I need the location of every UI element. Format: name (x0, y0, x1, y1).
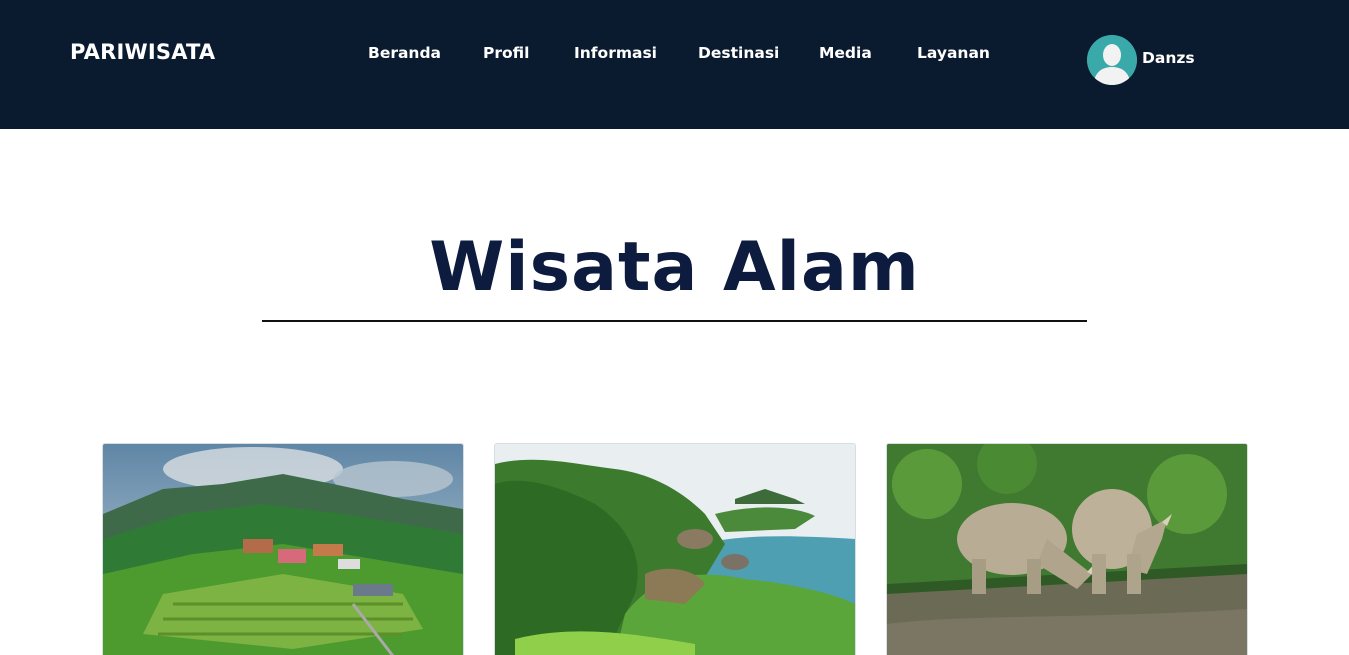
section-title: Wisata Alam (429, 228, 920, 307)
nav-destinasi[interactable]: Destinasi (698, 44, 779, 62)
green-coast-bay-photo (495, 444, 855, 655)
nav-informasi[interactable]: Informasi (574, 44, 657, 62)
user-menu[interactable]: Danzs (1087, 35, 1217, 85)
title-divider (262, 320, 1087, 322)
user-avatar-icon (1087, 35, 1137, 85)
destination-card[interactable] (494, 443, 856, 655)
hill-village-terraces-photo (103, 444, 463, 655)
nav-profil[interactable]: Profil (483, 44, 529, 62)
destination-card[interactable] (886, 443, 1248, 655)
navbar: PARIWISATA Beranda Profil Informasi Dest… (0, 0, 1349, 129)
brand-logo[interactable]: PARIWISATA (70, 40, 215, 64)
nav-layanan[interactable]: Layanan (917, 44, 990, 62)
user-name: Danzs (1142, 49, 1195, 67)
nav-beranda[interactable]: Beranda (368, 44, 441, 62)
rhinoceros-pair-photo (887, 444, 1247, 655)
nav-media[interactable]: Media (819, 44, 872, 62)
destination-card[interactable] (102, 443, 464, 655)
